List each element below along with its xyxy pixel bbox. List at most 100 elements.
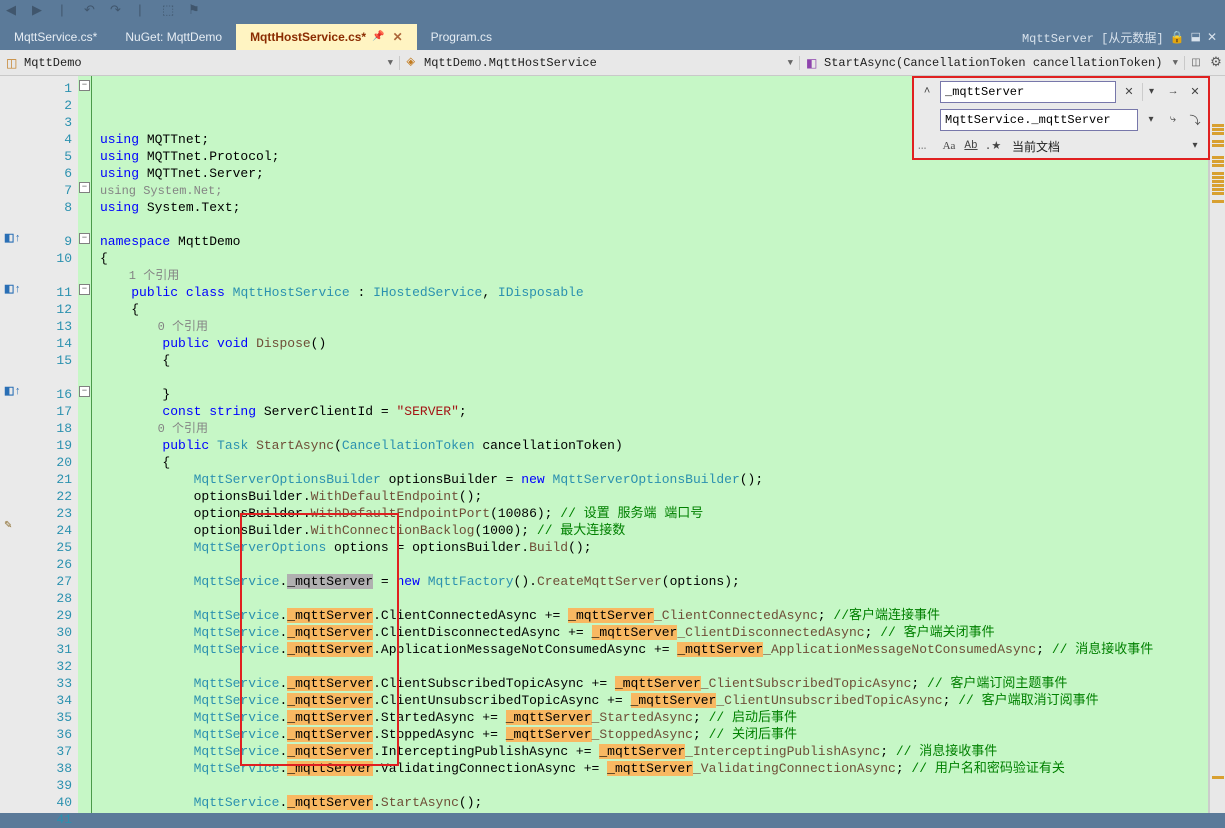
whole-word-icon[interactable]: Ab: [962, 137, 980, 155]
hist-fwd-icon[interactable]: ↷: [110, 3, 126, 19]
ruler-mark[interactable]: [1212, 184, 1224, 187]
ruler-mark[interactable]: [1212, 124, 1224, 127]
ruler-mark[interactable]: [1212, 776, 1224, 779]
nav-class-label: MqttDemo.MqttHostService: [424, 56, 597, 70]
code-line[interactable]: namespace MqttDemo: [92, 233, 1208, 250]
nav-class[interactable]: 🞛 MqttDemo.MqttHostService ▼: [400, 56, 800, 70]
split-icon[interactable]: ◫: [1185, 57, 1207, 69]
hist-back-icon[interactable]: ↶: [84, 3, 100, 19]
regex-icon[interactable]: .★: [984, 137, 1002, 155]
fold-toggle[interactable]: −: [79, 386, 90, 397]
nav-bar: ◫ MqttDemo ▼ 🞛 MqttDemo.MqttHostService …: [0, 50, 1225, 76]
code-line[interactable]: using System.Text;: [92, 199, 1208, 216]
fold-toggle[interactable]: −: [79, 80, 90, 91]
code-line[interactable]: public void Dispose(): [92, 335, 1208, 352]
fold-toggle[interactable]: −: [79, 182, 90, 193]
code-line[interactable]: MqttService._mqttServer.ApplicationMessa…: [92, 641, 1208, 658]
bookmark-icon[interactable]: ⚑: [188, 3, 204, 19]
ruler-mark[interactable]: [1212, 176, 1224, 179]
ruler-mark[interactable]: [1212, 172, 1224, 175]
find-input[interactable]: [940, 81, 1116, 103]
code-line[interactable]: optionsBuilder.WithConnectionBacklog(100…: [92, 522, 1208, 539]
find-next-icon[interactable]: →: [1164, 83, 1182, 101]
code-line[interactable]: [92, 658, 1208, 675]
code-line[interactable]: {: [92, 250, 1208, 267]
code-line[interactable]: {: [92, 352, 1208, 369]
ruler-mark[interactable]: [1212, 192, 1224, 195]
code-line[interactable]: MqttService._mqttServer.StoppedAsync += …: [92, 726, 1208, 743]
match-case-icon[interactable]: Aa: [940, 137, 958, 155]
code-line[interactable]: }: [92, 386, 1208, 403]
code-line[interactable]: MqttService._mqttServer.ClientSubscribed…: [92, 675, 1208, 692]
code-line[interactable]: MqttService._mqttServer.ValidatingConnec…: [92, 760, 1208, 777]
close-panel-icon[interactable]: ✕: [1186, 83, 1204, 101]
scope-icon[interactable]: ⬚: [162, 3, 178, 19]
replace-one-icon[interactable]: ⤷: [1164, 111, 1182, 129]
code-line[interactable]: using System.Net;: [92, 182, 1208, 199]
code-line[interactable]: [92, 556, 1208, 573]
code-line[interactable]: MqttService._mqttServer.StartAsync();: [92, 794, 1208, 811]
code-line[interactable]: MqttService._mqttServer.ClientConnectedA…: [92, 607, 1208, 624]
code-line[interactable]: MqttService._mqttServer.InterceptingPubl…: [92, 743, 1208, 760]
code-line[interactable]: [92, 216, 1208, 233]
close-icon[interactable]: ✕: [393, 30, 403, 45]
replace-input[interactable]: [940, 109, 1138, 131]
code-line[interactable]: [92, 369, 1208, 386]
ruler-mark[interactable]: [1212, 200, 1224, 203]
code-line[interactable]: public Task StartAsync(CancellationToken…: [92, 437, 1208, 454]
gear-icon[interactable]: ⚙: [1207, 55, 1225, 70]
code-line[interactable]: optionsBuilder.WithDefaultEndpointPort(1…: [92, 505, 1208, 522]
ruler-mark[interactable]: [1212, 156, 1224, 159]
code-line[interactable]: MqttService._mqttServer.StartedAsync += …: [92, 709, 1208, 726]
metadata-tab[interactable]: MqttServer [从元数据] 🔒 ⬓ ✕: [1014, 24, 1225, 50]
code-area[interactable]: using MQTTnet;using MQTTnet.Protocol;usi…: [92, 76, 1209, 813]
nav-member[interactable]: ◧ StartAsync(CancellationToken cancellat…: [800, 56, 1185, 70]
ruler-mark[interactable]: [1212, 140, 1224, 143]
close-icon[interactable]: ✕: [1120, 83, 1138, 101]
document-tab[interactable]: NuGet: MqttDemo: [111, 24, 236, 50]
code-line[interactable]: MqttServerOptionsBuilder optionsBuilder …: [92, 471, 1208, 488]
unpin-icon[interactable]: ⬓: [1191, 30, 1201, 44]
code-line[interactable]: MqttService._mqttServer.ClientUnsubscrib…: [92, 692, 1208, 709]
code-line[interactable]: [92, 777, 1208, 794]
ruler-mark[interactable]: [1212, 128, 1224, 131]
code-line[interactable]: 0 个引用: [92, 318, 1208, 335]
nav-fwd-icon[interactable]: ▶: [32, 3, 48, 19]
code-line[interactable]: optionsBuilder.WithDefaultEndpoint();: [92, 488, 1208, 505]
code-line[interactable]: [92, 590, 1208, 607]
ruler-mark[interactable]: [1212, 132, 1224, 135]
document-tab[interactable]: MqttService.cs*: [0, 24, 111, 50]
code-line[interactable]: MqttService._mqttServer.ClientDisconnect…: [92, 624, 1208, 641]
close-icon[interactable]: ✕: [1207, 30, 1217, 45]
code-line[interactable]: const string ServerClientId = "SERVER";: [92, 403, 1208, 420]
dropdown-icon[interactable]: ▾: [1142, 111, 1160, 129]
code-line[interactable]: MqttService._mqttServer = new MqttFactor…: [92, 573, 1208, 590]
overview-ruler[interactable]: [1209, 76, 1225, 813]
collapse-icon[interactable]: ˄: [918, 83, 936, 101]
ruler-mark[interactable]: [1212, 188, 1224, 191]
nav-back-icon[interactable]: ◀: [6, 3, 22, 19]
ruler-mark[interactable]: [1212, 164, 1224, 167]
code-line[interactable]: public class MqttHostService : IHostedSe…: [92, 284, 1208, 301]
fold-toggle[interactable]: −: [79, 233, 90, 244]
ruler-mark[interactable]: [1212, 144, 1224, 147]
dropdown-icon[interactable]: ▾: [1142, 83, 1160, 101]
replace-all-icon[interactable]: ⤵: [1186, 111, 1204, 129]
code-line[interactable]: 1 个引用: [92, 267, 1208, 284]
fold-toggle[interactable]: −: [79, 284, 90, 295]
code-line[interactable]: {: [92, 301, 1208, 318]
ruler-mark[interactable]: [1212, 180, 1224, 183]
document-tab[interactable]: Program.cs: [417, 24, 506, 50]
code-line[interactable]: MqttServerOptions options = optionsBuild…: [92, 539, 1208, 556]
code-line[interactable]: 0 个引用: [92, 420, 1208, 437]
dropdown-icon[interactable]: ▾: [1186, 137, 1204, 155]
nav-project[interactable]: ◫ MqttDemo ▼: [0, 56, 400, 70]
document-tab[interactable]: MqttHostService.cs*📌✕: [236, 24, 417, 50]
code-line[interactable]: using MQTTnet.Server;: [92, 165, 1208, 182]
ruler-mark[interactable]: [1212, 160, 1224, 163]
class-icon: 🞛: [406, 56, 420, 70]
chevron-down-icon: ▼: [388, 58, 393, 68]
chevron-down-icon: ▼: [788, 58, 793, 68]
scope-label: 当前文档: [1012, 138, 1060, 155]
code-line[interactable]: {: [92, 454, 1208, 471]
